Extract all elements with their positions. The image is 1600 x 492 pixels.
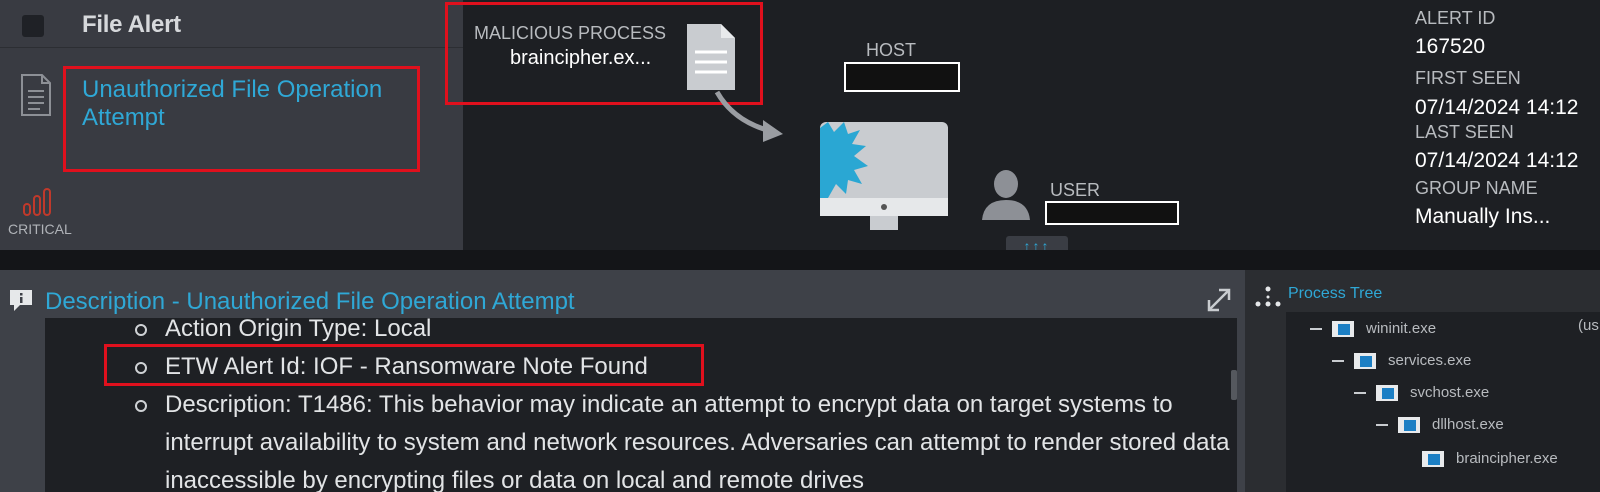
alert-id-label: ALERT ID — [1415, 8, 1496, 28]
flow-arrow-icon — [713, 90, 793, 151]
select-checkbox[interactable] — [22, 15, 44, 37]
document-icon — [685, 22, 737, 97]
windows-exe-icon — [1398, 416, 1420, 433]
tree-node-svchost[interactable]: svchost.exe — [1354, 384, 1489, 401]
collapse-icon[interactable] — [1354, 391, 1366, 394]
highlight-box — [63, 66, 420, 172]
alert-id-value: 167520 — [1415, 35, 1486, 58]
expand-icon[interactable] — [1205, 286, 1233, 319]
user-label: USER — [1050, 180, 1101, 200]
tree-node-label: wininit.exe — [1366, 320, 1437, 337]
windows-exe-icon — [1332, 320, 1354, 337]
host-label: HOST — [866, 40, 917, 60]
collapse-icon[interactable] — [1376, 423, 1388, 426]
info-icon — [8, 288, 34, 317]
scrollbar-thumb[interactable] — [1231, 370, 1237, 400]
alert-type-title: File Alert — [82, 11, 181, 38]
description-item: Description: T1486: This behavior may in… — [45, 386, 1237, 492]
severity-label: CRITICAL — [8, 221, 72, 237]
windows-exe-icon — [1354, 352, 1376, 369]
group-name-value[interactable]: Manually Ins... — [1415, 205, 1550, 229]
user-value-redacted[interactable] — [1045, 201, 1179, 225]
collapse-icon[interactable] — [1332, 359, 1344, 362]
tree-node-braincipher[interactable]: braincipher.exe — [1422, 450, 1558, 467]
malicious-process-name[interactable]: braincipher.ex... — [510, 47, 651, 70]
monitor-icon — [820, 120, 950, 235]
tree-node-label: braincipher.exe — [1456, 450, 1558, 467]
document-icon — [20, 73, 52, 122]
tree-node-wininit[interactable]: wininit.exe — [1310, 320, 1436, 337]
first-seen-label: FIRST SEEN — [1415, 68, 1521, 88]
host-value-redacted[interactable] — [844, 62, 960, 92]
description-title: Description - Unauthorized File Operatio… — [45, 288, 575, 315]
divider — [0, 47, 463, 48]
user-icon — [978, 170, 1034, 227]
highlight-box — [104, 344, 704, 386]
group-name-label: GROUP NAME — [1415, 178, 1538, 198]
section-separator — [0, 250, 1600, 270]
malicious-process-label: MALICIOUS PROCESS — [474, 23, 667, 43]
tree-node-label: services.exe — [1388, 352, 1472, 369]
windows-exe-icon — [1422, 450, 1444, 467]
tree-node-label: svchost.exe — [1410, 384, 1490, 401]
first-seen-value: 07/14/2024 14:12 — [1415, 96, 1579, 119]
tree-user-column: (us — [1578, 317, 1599, 334]
windows-exe-icon — [1376, 384, 1398, 401]
tree-node-dllhost[interactable]: dllhost.exe — [1376, 416, 1504, 433]
tree-node-services[interactable]: services.exe — [1332, 352, 1471, 369]
collapse-icon[interactable] — [1310, 327, 1322, 330]
tree-node-label: dllhost.exe — [1432, 416, 1504, 433]
process-tree-title[interactable]: Process Tree — [1288, 285, 1382, 303]
last-seen-label: LAST SEEN — [1415, 122, 1514, 142]
process-tree-icon — [1255, 286, 1281, 313]
severity-bars-icon — [23, 188, 53, 221]
last-seen-value: 07/14/2024 14:12 — [1415, 149, 1579, 172]
